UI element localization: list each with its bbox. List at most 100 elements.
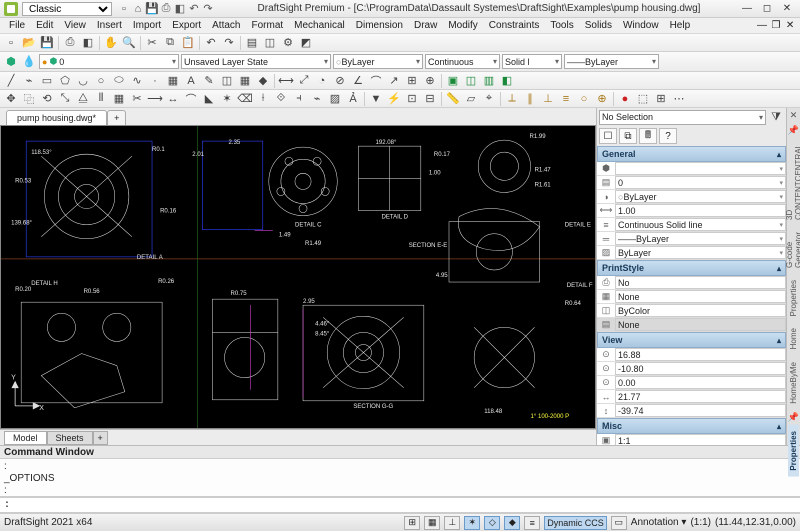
- dim-arc-icon[interactable]: ⌒: [368, 73, 384, 89]
- dim-diameter-icon[interactable]: ⊘: [332, 73, 348, 89]
- polar-btn[interactable]: ✶: [464, 516, 480, 530]
- scale-icon[interactable]: ⤡: [57, 91, 73, 107]
- menu-modify[interactable]: Modify: [443, 19, 482, 32]
- new-document-tab[interactable]: +: [107, 110, 126, 125]
- quick-select2-icon[interactable]: ⧉: [619, 128, 637, 144]
- doc-restore-button[interactable]: ❐: [770, 20, 782, 32]
- side-tab-properties[interactable]: Properties: [788, 274, 799, 322]
- toggle-pick-icon[interactable]: ☐: [599, 128, 617, 144]
- add-sheet-tab[interactable]: +: [93, 431, 108, 445]
- edit-pline-icon[interactable]: ⌁: [309, 91, 325, 107]
- measure-icon[interactable]: 📏: [445, 91, 461, 107]
- ungroup-icon[interactable]: ⊟: [422, 91, 438, 107]
- qinput-btn[interactable]: ▭: [611, 516, 627, 530]
- save-file-icon[interactable]: 💾: [39, 35, 55, 51]
- prop-view-z[interactable]: 0.00: [615, 376, 786, 389]
- close-panel-icon[interactable]: ✕: [788, 108, 800, 123]
- menu-help[interactable]: Help: [665, 19, 696, 32]
- print-preview-icon[interactable]: ◧: [80, 35, 96, 51]
- prop-transparency[interactable]: ByLayer▾: [615, 246, 786, 259]
- undo2-icon[interactable]: ↶: [203, 35, 219, 51]
- text-icon[interactable]: A: [183, 73, 199, 89]
- region-icon[interactable]: ◆: [255, 73, 271, 89]
- menu-file[interactable]: File: [4, 19, 30, 32]
- doc-minimize-button[interactable]: —: [756, 20, 768, 32]
- model-tab[interactable]: Model: [4, 431, 47, 445]
- layer-freeze-icon[interactable]: 💧: [21, 54, 37, 70]
- color-combo[interactable]: ○ ByLayer▾: [333, 54, 423, 69]
- menu-format[interactable]: Format: [246, 19, 288, 32]
- design-resources-icon[interactable]: ◫: [262, 35, 278, 51]
- prop-m1[interactable]: 1:1: [615, 434, 786, 445]
- offset-icon[interactable]: ⫴: [93, 91, 109, 107]
- menu-dimension[interactable]: Dimension: [351, 19, 408, 32]
- ellipse-icon[interactable]: ⬭: [111, 73, 127, 89]
- zoom-icon[interactable]: 🔍: [121, 35, 137, 51]
- chamfer-icon[interactable]: ◣: [201, 91, 217, 107]
- prop-ps1[interactable]: No: [615, 276, 786, 289]
- constraint2-icon[interactable]: ∥: [522, 91, 538, 107]
- trim-icon[interactable]: ✂: [129, 91, 145, 107]
- ortho-btn[interactable]: ⊥: [444, 516, 460, 530]
- tbx-icon[interactable]: ◩: [298, 35, 314, 51]
- mgreen1-icon[interactable]: ▣: [445, 73, 461, 89]
- rect-icon[interactable]: ▭: [39, 73, 55, 89]
- mgreen4-icon[interactable]: ◧: [499, 73, 515, 89]
- open-file-icon[interactable]: 📂: [21, 35, 37, 51]
- menu-mechanical[interactable]: Mechanical: [289, 19, 350, 32]
- command-input[interactable]: [0, 498, 800, 512]
- filter-selection-icon[interactable]: ⧩: [768, 109, 784, 125]
- layer-manager-icon[interactable]: ⬢: [3, 54, 19, 70]
- centermark-icon[interactable]: ⊕: [422, 73, 438, 89]
- pattern-icon[interactable]: ▦: [111, 91, 127, 107]
- dim-linear-icon[interactable]: ⟷: [278, 73, 294, 89]
- menu-attach[interactable]: Attach: [207, 19, 245, 32]
- layer-state-combo[interactable]: Unsaved Layer State▾: [181, 54, 331, 69]
- prop-view-h[interactable]: -39.74: [615, 404, 786, 417]
- close-button[interactable]: ✕: [778, 3, 796, 15]
- menu-solids[interactable]: Solids: [580, 19, 617, 32]
- copy2-icon[interactable]: ⿻: [21, 91, 37, 107]
- align-icon[interactable]: ⫞: [291, 91, 307, 107]
- layer-combo[interactable]: ●⬢0▾: [39, 54, 179, 69]
- tolerance-icon[interactable]: ⊞: [404, 73, 420, 89]
- dim-radius-icon[interactable]: ◔: [314, 73, 330, 89]
- command-window-header[interactable]: Command Window✕: [0, 445, 800, 459]
- print-icon[interactable]: ⎙: [62, 35, 78, 51]
- point-icon[interactable]: ·: [147, 73, 163, 89]
- prop-linetype[interactable]: Continuous Solid line▾: [615, 218, 786, 231]
- side-tab-home[interactable]: Home: [788, 322, 799, 355]
- note-icon[interactable]: ✎: [201, 73, 217, 89]
- drawing-canvas[interactable]: 118.53° R0.1 2.35 2.01 192.08° R1.99 R0.…: [0, 125, 596, 429]
- document-tab[interactable]: pump housing.dwg*: [6, 110, 107, 125]
- weld-icon[interactable]: ⟐: [273, 91, 289, 107]
- constraint1-icon[interactable]: ⟂: [504, 91, 520, 107]
- polyline-icon[interactable]: ⌁: [21, 73, 37, 89]
- help-icon[interactable]: ?: [659, 128, 677, 144]
- doc-close-button[interactable]: ✕: [784, 20, 796, 32]
- stretch-icon[interactable]: ↔: [165, 91, 181, 107]
- split-icon[interactable]: ⟊: [255, 91, 271, 107]
- copy-icon[interactable]: ⧉: [162, 35, 178, 51]
- undo-icon[interactable]: ↶: [188, 3, 200, 15]
- side-tab-homebyme[interactable]: HomeByMe: [788, 356, 799, 410]
- menu-tools[interactable]: Tools: [545, 19, 578, 32]
- grid-pattern-icon[interactable]: ⊞: [653, 91, 669, 107]
- prop-scale[interactable]: 1.00: [615, 204, 786, 217]
- lineweight-combo[interactable]: Solid l▾: [502, 54, 562, 69]
- more-icon[interactable]: ⋯: [671, 91, 687, 107]
- rotate-icon[interactable]: ⟲: [39, 91, 55, 107]
- constraint5-icon[interactable]: ○: [576, 91, 592, 107]
- linetype-combo[interactable]: Continuous▾: [425, 54, 500, 69]
- dim-aligned-icon[interactable]: ⤢: [296, 73, 312, 89]
- constraint3-icon[interactable]: ⊥: [540, 91, 556, 107]
- grid-btn[interactable]: ▦: [424, 516, 440, 530]
- side-tab-properties2[interactable]: Properties: [788, 425, 799, 477]
- menu-draw[interactable]: Draw: [409, 19, 442, 32]
- cut-icon[interactable]: ✂: [144, 35, 160, 51]
- sheets-tab[interactable]: Sheets: [47, 431, 93, 445]
- scale-label[interactable]: (1:1): [690, 517, 711, 528]
- quick-select-icon[interactable]: ⚡: [386, 91, 402, 107]
- dccs-btn[interactable]: Dynamic CCS: [544, 516, 607, 530]
- menu-constraints[interactable]: Constraints: [484, 19, 545, 32]
